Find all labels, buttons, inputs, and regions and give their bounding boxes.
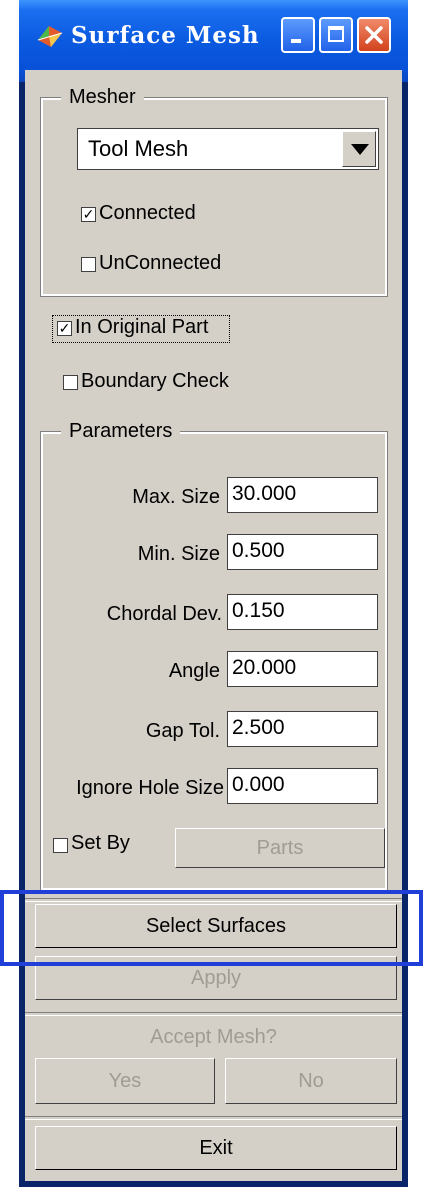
in-original-part-check-box[interactable]: ✓ [57, 321, 72, 336]
angle-label: Angle [168, 660, 220, 682]
mesher-select-value: Tool Mesh [88, 136, 189, 161]
unconnected-check-box[interactable] [81, 257, 96, 272]
min-size-input[interactable]: 0.500 [227, 534, 378, 570]
chordal-dev-input[interactable]: 0.150 [227, 594, 378, 630]
in-original-part-checkbox[interactable]: ✓ In Original Part [52, 315, 230, 343]
mesher-legend: Mesher [61, 86, 144, 109]
window-title: Surface Mesh [71, 22, 260, 49]
separator [25, 898, 402, 902]
apply-button[interactable]: Apply [35, 956, 397, 1000]
boundary-check-check-box[interactable] [63, 375, 78, 390]
exit-button[interactable]: Exit [35, 1126, 397, 1170]
separator [25, 1012, 402, 1016]
chevron-down-icon[interactable] [342, 131, 376, 167]
separator [25, 1116, 402, 1120]
ignore-hole-size-input[interactable]: 0.000 [227, 768, 378, 804]
connected-label: Connected [99, 202, 196, 224]
gap-tol-input[interactable]: 2.500 [227, 711, 378, 747]
minimize-icon [291, 39, 301, 43]
parts-button[interactable]: Parts [175, 828, 385, 868]
chordal-dev-label: Chordal Dev. [106, 603, 222, 625]
maximize-button[interactable] [319, 17, 353, 53]
min-size-label: Min. Size [137, 543, 220, 565]
angle-input[interactable]: 20.000 [227, 651, 378, 687]
mesher-select[interactable]: Tool Mesh [77, 128, 379, 170]
gap-tol-label: Gap Tol. [145, 720, 220, 742]
max-size-label: Max. Size [132, 486, 220, 508]
surface-mesh-panel: Mesher Tool Mesh ✓ Connected UnConnected… [25, 70, 402, 1181]
parameters-legend: Parameters [61, 420, 181, 443]
close-icon [365, 26, 383, 44]
connected-check-box[interactable]: ✓ [81, 207, 96, 222]
accept-mesh-label: Accept Mesh? [150, 1026, 277, 1048]
max-size-input[interactable]: 30.000 [227, 477, 378, 513]
select-surfaces-button[interactable]: Select Surfaces [35, 904, 397, 948]
close-button[interactable] [357, 17, 391, 53]
yes-button[interactable]: Yes [35, 1058, 215, 1104]
unconnected-label: UnConnected [99, 252, 222, 274]
ignore-hole-size-label: Ignore Hole Size [76, 777, 224, 799]
minimize-button[interactable] [281, 17, 315, 53]
set-by-label: Set By [71, 832, 130, 854]
no-button[interactable]: No [225, 1058, 397, 1104]
mesh-app-icon [37, 26, 63, 47]
boundary-check-label: Boundary Check [81, 370, 229, 392]
surface-mesh-window: Surface Mesh Mesher Tool Mesh ✓ Connecte… [19, 0, 408, 1187]
maximize-icon [328, 26, 344, 42]
set-by-check-box[interactable] [53, 838, 68, 853]
in-original-part-label: In Original Part [75, 316, 209, 338]
